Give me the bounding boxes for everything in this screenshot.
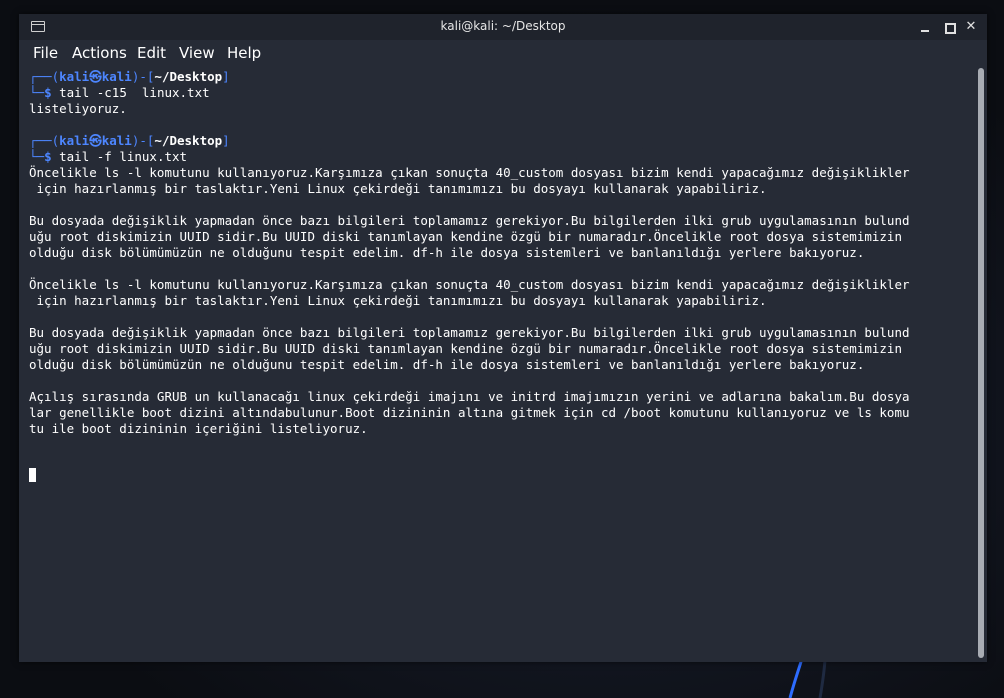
title-bar[interactable]: kali@kali: ~/Desktop ✕	[19, 14, 987, 40]
output-line: uğu root diskimizin UUID sidir.Bu UUID d…	[29, 341, 902, 356]
output-line: olduğu disk bölümümüzün ne olduğunu tesp…	[29, 357, 865, 372]
output-line: listeliyoruz.	[29, 101, 127, 116]
minimize-button[interactable]	[915, 17, 935, 37]
output-line: uğu root diskimizin UUID sidir.Bu UUID d…	[29, 229, 902, 244]
terminal-output[interactable]: ┌──(kali㉿kali)-[~/Desktop] └─$ tail -c15…	[19, 68, 975, 662]
output-line: tu ile boot dizininin içeriğini listeliy…	[29, 421, 368, 436]
prompt-line-top: ┌──(kali㉿kali)-[~/Desktop]	[29, 69, 230, 84]
output-line: için hazırlanmış bir taslaktır.Yeni Linu…	[29, 181, 767, 196]
menu-file[interactable]: File	[33, 44, 58, 62]
output-line: için hazırlanmış bir taslaktır.Yeni Linu…	[29, 293, 767, 308]
terminal-window: kali@kali: ~/Desktop ✕ File Actions Edit…	[19, 14, 987, 662]
menu-view[interactable]: View	[179, 44, 215, 62]
output-line: Bu dosyada değişiklik yapmadan önce bazı…	[29, 325, 910, 340]
output-line: lar genellikle boot dizini altındabulunu…	[29, 405, 910, 420]
prompt-line-top: ┌──(kali㉿kali)-[~/Desktop]	[29, 133, 230, 148]
menu-help[interactable]: Help	[227, 44, 261, 62]
maximize-icon	[945, 23, 956, 34]
menu-actions[interactable]: Actions	[72, 44, 127, 62]
command-line: └─$ tail -c15 linux.txt	[29, 85, 210, 100]
vertical-scrollbar[interactable]	[975, 68, 987, 662]
minimize-icon	[921, 30, 929, 32]
text-cursor	[29, 468, 36, 482]
window-title: kali@kali: ~/Desktop	[440, 19, 566, 33]
close-button[interactable]: ✕	[961, 17, 981, 37]
close-icon: ✕	[965, 19, 977, 34]
output-line: Öncelikle ls -l komutunu kullanıyoruz.Ka…	[29, 165, 910, 180]
menu-edit[interactable]: Edit	[137, 44, 166, 62]
command-line: └─$ tail -f linux.txt	[29, 149, 188, 164]
menu-bar: File Actions Edit View Help	[19, 40, 987, 66]
maximize-button[interactable]	[939, 17, 959, 37]
output-line: olduğu disk bölümümüzün ne olduğunu tesp…	[29, 245, 865, 260]
output-line: Öncelikle ls -l komutunu kullanıyoruz.Ka…	[29, 277, 910, 292]
scrollbar-thumb[interactable]	[978, 68, 984, 658]
output-line: Bu dosyada değişiklik yapmadan önce bazı…	[29, 213, 910, 228]
output-line: Açılış sırasında GRUB un kullanacağı lin…	[29, 389, 910, 404]
